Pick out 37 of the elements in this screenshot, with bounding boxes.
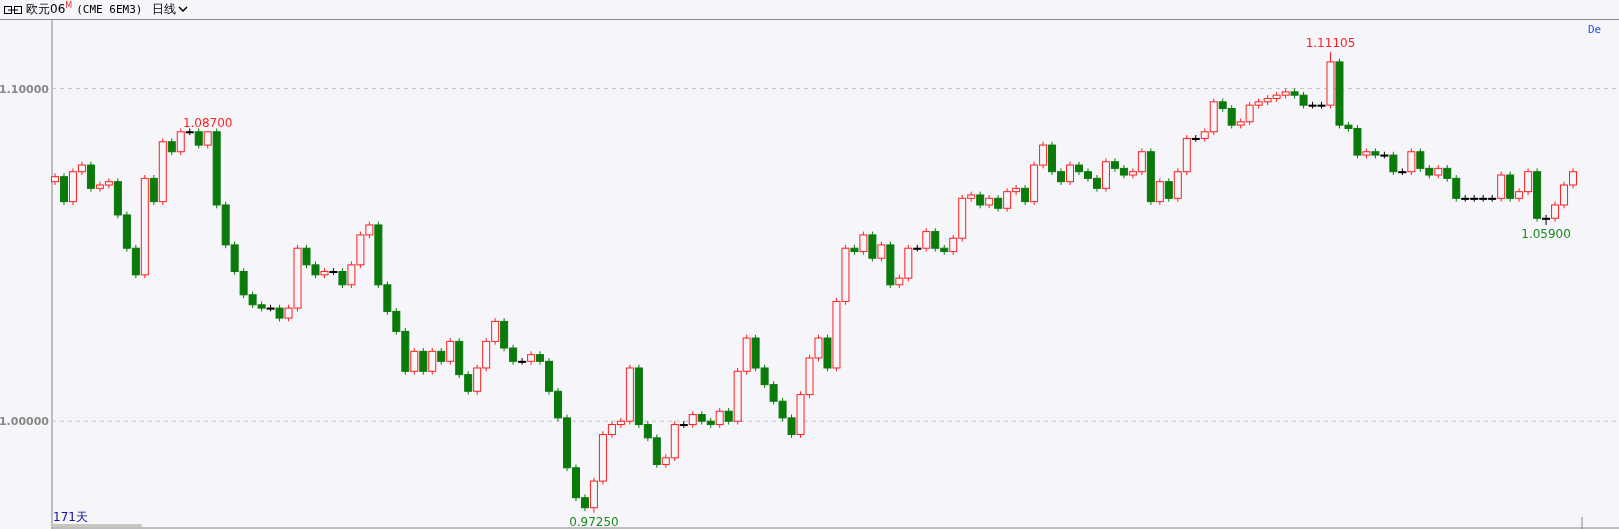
candlestick <box>482 337 491 372</box>
contract-code: (CME 6EM3) <box>76 3 143 16</box>
candlestick <box>1164 177 1173 203</box>
day-count: 171天 <box>53 511 88 523</box>
candlestick <box>419 347 428 376</box>
candlestick <box>778 397 787 422</box>
price-label: 1.11105 <box>1305 35 1356 50</box>
candlestick <box>994 194 1003 213</box>
price-label: 1.08700 <box>182 115 233 130</box>
legend-text: De <box>1588 23 1602 36</box>
candlestick <box>122 211 131 253</box>
candlestick <box>1470 194 1479 203</box>
link-icon[interactable] <box>4 5 22 14</box>
candlestick <box>1434 164 1443 179</box>
price-label: 1.05900 <box>1521 226 1571 241</box>
candlestick <box>347 261 356 289</box>
y-axis-label: 1.10000 <box>0 82 49 96</box>
candlestick <box>697 410 706 426</box>
period-dropdown[interactable]: 日线 <box>152 1 189 18</box>
instrument-name: 欧元06$^{M}$ <box>26 1 73 18</box>
candlestick <box>1479 194 1488 203</box>
y-axis-label: 1.00000 <box>0 415 49 429</box>
chevron-icon <box>178 6 189 13</box>
scrollbar[interactable] <box>52 524 142 527</box>
candlestick <box>1083 167 1092 183</box>
candlestick <box>769 380 778 406</box>
candlestick <box>230 241 239 276</box>
candlestick <box>1173 167 1182 203</box>
candlestick <box>491 317 500 346</box>
candlestick <box>473 364 482 396</box>
price-label: 0.97250 <box>569 514 619 529</box>
candlestick <box>1263 94 1272 106</box>
candlestick <box>1119 164 1128 179</box>
candlestick <box>742 334 751 376</box>
candlestick <box>1272 91 1281 103</box>
candlestick <box>985 194 994 209</box>
candlestick <box>1560 181 1569 209</box>
